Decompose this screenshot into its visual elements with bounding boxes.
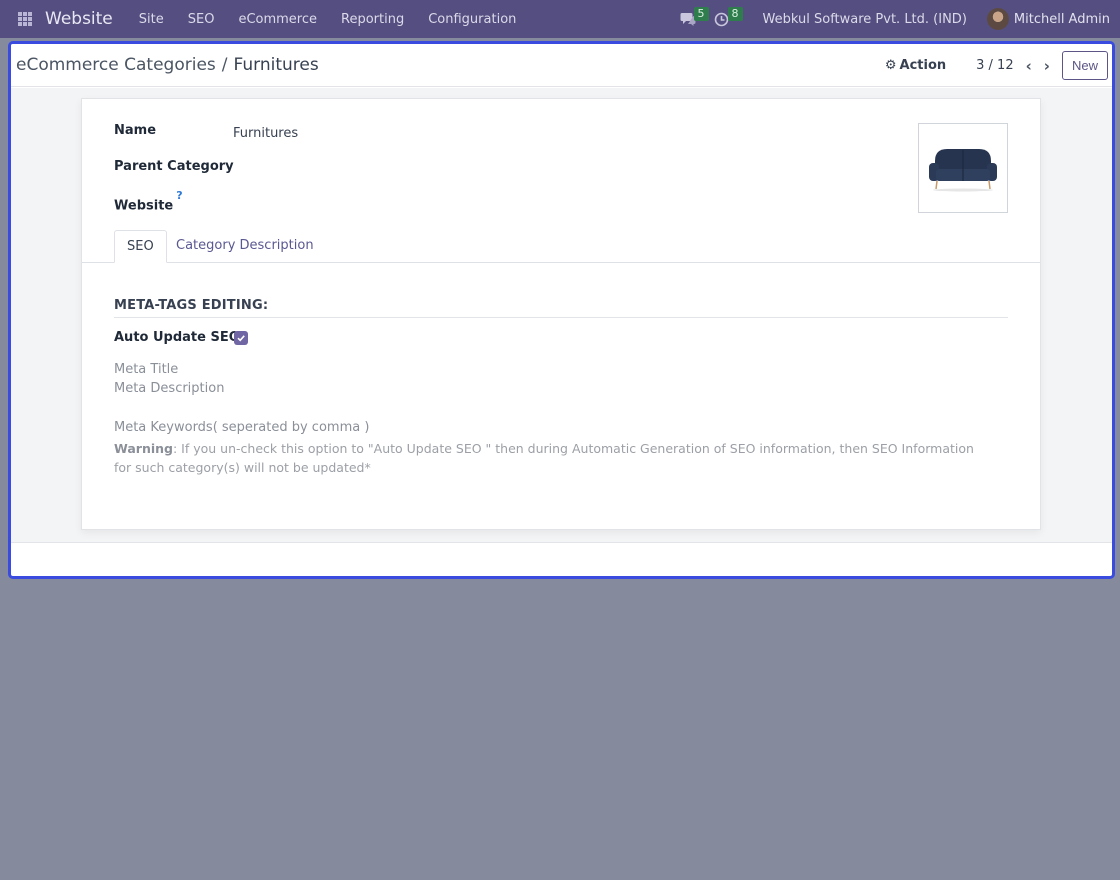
website-label: Website? [114,189,183,214]
name-label: Name [114,123,157,138]
messages-button[interactable]: 5 [680,7,709,26]
notebook-tabs: SEO Category Description [82,230,1040,263]
tab-category-description[interactable]: Category Description [164,230,326,263]
messages-count-badge: 5 [693,7,709,21]
menu-item-ecommerce[interactable]: eCommerce [238,12,317,27]
breadcrumb-parent-link[interactable]: eCommerce Categories [16,55,216,75]
action-label: Action [899,58,947,73]
meta-title-field[interactable]: Meta Title [114,362,178,377]
help-tooltip-icon[interactable]: ? [176,189,182,202]
meta-description-field[interactable]: Meta Description [114,381,224,396]
auto-update-seo-checkbox[interactable] [234,331,248,345]
pager-value[interactable]: 3 / 12 [976,58,1013,73]
action-button[interactable]: ⚙ Action [885,58,946,73]
warning-message: : If you un-check this option to "Auto U… [114,441,974,475]
form-view-frame: eCommerce Categories / Furnitures ⚙ Action… [8,41,1115,579]
parent-category-label: Parent Category [114,159,234,174]
menu-item-reporting[interactable]: Reporting [341,12,404,27]
parent-category-field[interactable] [233,159,533,177]
top-navbar: Website Site SEO eCommerce Reporting Con… [0,0,1120,38]
category-image[interactable] [918,123,1008,213]
section-divider [114,317,1008,318]
gear-icon: ⚙ [884,58,897,73]
clock-icon [714,12,728,26]
auto-update-seo-label: Auto Update SEO [114,330,240,345]
tab-seo[interactable]: SEO [114,230,167,263]
website-field[interactable] [233,194,533,212]
breadcrumb-current: Furnitures [233,55,319,75]
seo-warning-text: Warning: If you un-check this option to … [114,439,994,477]
sofa-image [929,149,997,192]
activities-button[interactable]: 8 [714,6,743,27]
menu-item-configuration[interactable]: Configuration [428,12,516,27]
breadcrumb-separator: / [221,55,228,75]
new-button[interactable]: New [1061,51,1108,80]
user-menu[interactable]: Mitchell Admin [1014,12,1110,27]
chevron-right-icon[interactable]: › [1044,57,1050,75]
breadcrumb: eCommerce Categories / Furnitures [16,55,319,75]
check-icon [237,335,245,342]
menu-item-seo[interactable]: SEO [188,12,215,27]
apps-grid-icon[interactable] [18,12,32,26]
form-area: Name Furnitures Parent Category Website? [11,88,1112,543]
activities-count-badge: 8 [727,6,743,21]
menu-item-site[interactable]: Site [139,12,164,27]
avatar[interactable] [986,8,1009,30]
form-sheet: Name Furnitures Parent Category Website? [81,98,1041,530]
control-panel: eCommerce Categories / Furnitures ⚙ Action… [11,44,1112,87]
company-switcher[interactable]: Webkul Software Pvt. Ltd. (IND) [763,12,967,27]
name-field[interactable]: Furnitures [233,126,298,141]
meta-keywords-field[interactable]: Meta Keywords( seperated by comma ) [114,420,369,435]
chevron-left-icon[interactable]: ‹ [1026,57,1032,75]
warning-label: Warning [114,441,173,456]
meta-tags-section-title: META-TAGS EDITING: [114,298,269,313]
app-brand[interactable]: Website [45,9,113,29]
